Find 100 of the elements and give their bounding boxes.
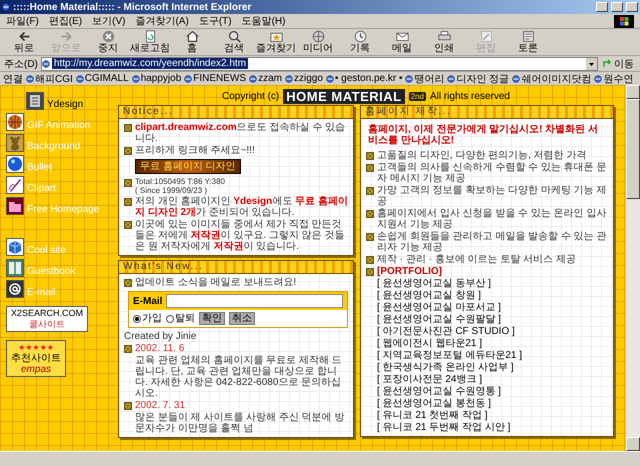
- back-arrow-icon: [18, 30, 30, 43]
- news-text: 교육 관련 업체의 홈페이지를 무료로 제작해 드립니다. 단, 교육 관련 업체만을 대상으로 합니다. 자세한 사항은 042-822-6080으로 문의하십시오.: [134, 355, 343, 399]
- toolbar-button[interactable]: 중지: [88, 30, 128, 54]
- toolbar-button[interactable]: 즐겨찾기: [256, 30, 296, 54]
- square-bullet-icon: [124, 179, 132, 187]
- visitor-counter: ( Since 1999/09/23 ): [135, 186, 208, 195]
- ball-icon: [6, 155, 24, 173]
- menu-item[interactable]: 편집(E): [48, 14, 82, 28]
- notice-text: 저의 개인 홈페이지인 Ydesign에도 무료 홈페이지 디자인 2개가 준비되어 있습니다.: [135, 196, 348, 218]
- notice-text: 이곳에 있는 이미지들 중에서 제가 직접 만든것들은 저에게 저작권이 있구요. 그렇지 않은 것들은 원 저작자에게 저작권이 있습니다.: [135, 219, 346, 252]
- portfolio-link[interactable]: [ 윤선생영어교실 동부산 ]: [366, 278, 608, 289]
- pen-icon: [6, 176, 24, 194]
- portfolio-link[interactable]: [ 유니코 21 두번째 작업 시안 ]: [366, 422, 608, 433]
- portfolio-heading: [PORTFOLIO]: [377, 266, 442, 277]
- feature-text: 제작 · 관리 · 홍보에 이르는 토탈 서비스 제공: [377, 254, 576, 265]
- link-item[interactable]: • geston.pe.kr •: [334, 73, 402, 84]
- favorites-icon: [270, 30, 282, 43]
- portfolio-link[interactable]: [ 아기전문사진관 CF STUDIO ]: [366, 326, 608, 337]
- portfolio-link[interactable]: [ 웹에이전시 웹타운21 ]: [366, 338, 608, 349]
- portfolio-link[interactable]: [ 윤선생영어교실 봉천동 ]: [366, 398, 608, 409]
- news-text: 많은 분들이 제 사이트를 사랑해 주신 덕분에 방문자수가 이만명을 훌쩍 넘: [134, 412, 346, 434]
- globe-icon: [312, 30, 324, 43]
- discuss-icon: [522, 30, 534, 43]
- toolbar-button[interactable]: 홈: [172, 30, 212, 54]
- toolbar-button[interactable]: 메일: [382, 30, 422, 54]
- notice-text: clipart.dreamwiz.com으로도 접속하실 수 있습니다.: [135, 122, 346, 144]
- link-item[interactable]: 해피CGI: [35, 72, 73, 86]
- sidebar-link[interactable]: Ydesign: [26, 91, 112, 110]
- link-item[interactable]: 디자인 정글: [456, 72, 510, 86]
- toolbar-button[interactable]: 뒤로: [4, 30, 44, 54]
- home-icon: [186, 30, 198, 43]
- radio-button[interactable]: [133, 314, 141, 322]
- square-bullet-icon: [124, 279, 132, 287]
- form-button[interactable]: 확인: [199, 312, 225, 325]
- square-bullet-icon: [124, 124, 132, 132]
- toolbar-button[interactable]: 기록: [340, 30, 380, 54]
- portfolio-link[interactable]: [ 윤선생영어교실 창원 ]: [366, 290, 608, 301]
- form-button[interactable]: 취소: [229, 312, 255, 325]
- portfolio-link[interactable]: [ 윤선생영어교실 수원영통 ]: [366, 386, 608, 397]
- square-bullet-icon: [366, 256, 374, 264]
- toolbar-button[interactable]: 검색: [214, 30, 254, 54]
- folder-icon: [6, 197, 24, 215]
- link-item[interactable]: 원수연: [603, 72, 634, 86]
- basketball-icon: [6, 113, 24, 131]
- link-item[interactable]: 쉐어이미지닷컴: [521, 72, 592, 86]
- window-title: :::::Home Material::::: - Microsoft Internet Explorer: [13, 2, 252, 12]
- menu-item[interactable]: 도구(T): [198, 14, 232, 28]
- square-bullet-icon: [366, 233, 374, 241]
- visitor-counter: Total:1050495 T:86 Y:380: [135, 177, 226, 186]
- portfolio-link[interactable]: [ 윤선생영어교실 수원팔달 ]: [366, 314, 608, 325]
- toolbar-button[interactable]: 인쇄: [424, 30, 464, 54]
- news-date: 2002. 7. 31: [135, 400, 186, 411]
- toolbar-button[interactable]: 미디어: [298, 30, 338, 54]
- edit-icon: [480, 30, 492, 43]
- toolbar-button[interactable]: 새로고침: [130, 30, 170, 54]
- scrollbar[interactable]: [626, 85, 640, 451]
- menu-item[interactable]: 도움말(H): [242, 14, 286, 28]
- maximize-button[interactable]: [611, 2, 623, 12]
- portfolio-link[interactable]: [ 윤선생영어교실 마포서교 ]: [366, 302, 608, 313]
- radio-label: 가입: [142, 313, 162, 324]
- feature-text: 고품질의 디자인, 다양한 편의기능, 저렴한 가격: [377, 150, 586, 161]
- link-item[interactable]: 땡어리: [414, 72, 444, 86]
- forward-arrow-icon: [60, 30, 72, 43]
- edition-badge: 2nd: [408, 92, 426, 100]
- newsletter-text: 업데이트 소식을 메일로 보내드려요!: [135, 277, 296, 288]
- link-item[interactable]: happyjob: [140, 73, 182, 84]
- square-bullet-icon: [366, 152, 374, 160]
- portfolio-link[interactable]: [ 유니코 21 첫번째 작업 ]: [366, 410, 608, 421]
- portfolio-link[interactable]: [ 지역교육정보포털 에듀타운21 ]: [366, 350, 608, 361]
- link-item[interactable]: zzam: [258, 73, 282, 84]
- mail-icon: [396, 30, 408, 43]
- refresh-icon: [144, 30, 156, 43]
- square-bullet-icon: [124, 147, 132, 155]
- close-button[interactable]: [626, 2, 638, 12]
- minimize-button[interactable]: [596, 2, 608, 12]
- menu-item[interactable]: 파일(F): [6, 14, 39, 28]
- link-item[interactable]: CGIMALL: [84, 73, 129, 84]
- go-arrow-icon: [603, 59, 612, 68]
- radio-button[interactable]: [166, 314, 174, 322]
- free-design-banner[interactable]: 무료 홈페이지 디자인: [135, 159, 241, 174]
- recommended-site-badge[interactable]: ★★★★★ 추천사이트 empas: [6, 340, 66, 377]
- link-item[interactable]: zziggo: [294, 73, 323, 84]
- portfolio-link[interactable]: [ 포장이사전문 24뱅크 ]: [366, 374, 608, 385]
- email-label: E-Mail: [133, 296, 162, 306]
- portfolio-link[interactable]: [ 한국생식가족 온라인 사업부 ]: [366, 362, 608, 373]
- toolbar-button[interactable]: 토론: [508, 30, 548, 54]
- link-item[interactable]: FINENEWS: [193, 73, 246, 84]
- menu-item[interactable]: 즐겨찾기(A): [135, 14, 189, 28]
- email-field[interactable]: [166, 294, 343, 308]
- menu-item[interactable]: 보기(V): [92, 14, 126, 28]
- book-icon: [6, 259, 24, 277]
- feature-text: 손쉽게 회원들을 관리하고 메일을 발송할 수 있는 관리자 기능 제공: [377, 231, 608, 253]
- notice-text: 프리하게 링크해 주세요~!!!: [135, 145, 255, 156]
- feature-text: 홈페이지에서 입사 신청을 받을 수 있는 온라인 입사 지원서 기능 제공: [377, 208, 608, 230]
- address-label: 주소(D): [4, 58, 38, 70]
- search-site-badge[interactable]: X2SEARCH.COM 쿨사이트: [6, 306, 88, 332]
- address-field[interactable]: http://my.dreamwiz.com/yeendh/index2.htm: [40, 56, 598, 70]
- search-icon: [228, 30, 240, 43]
- square-bullet-icon: [124, 221, 132, 229]
- go-button[interactable]: 이동: [601, 56, 636, 70]
